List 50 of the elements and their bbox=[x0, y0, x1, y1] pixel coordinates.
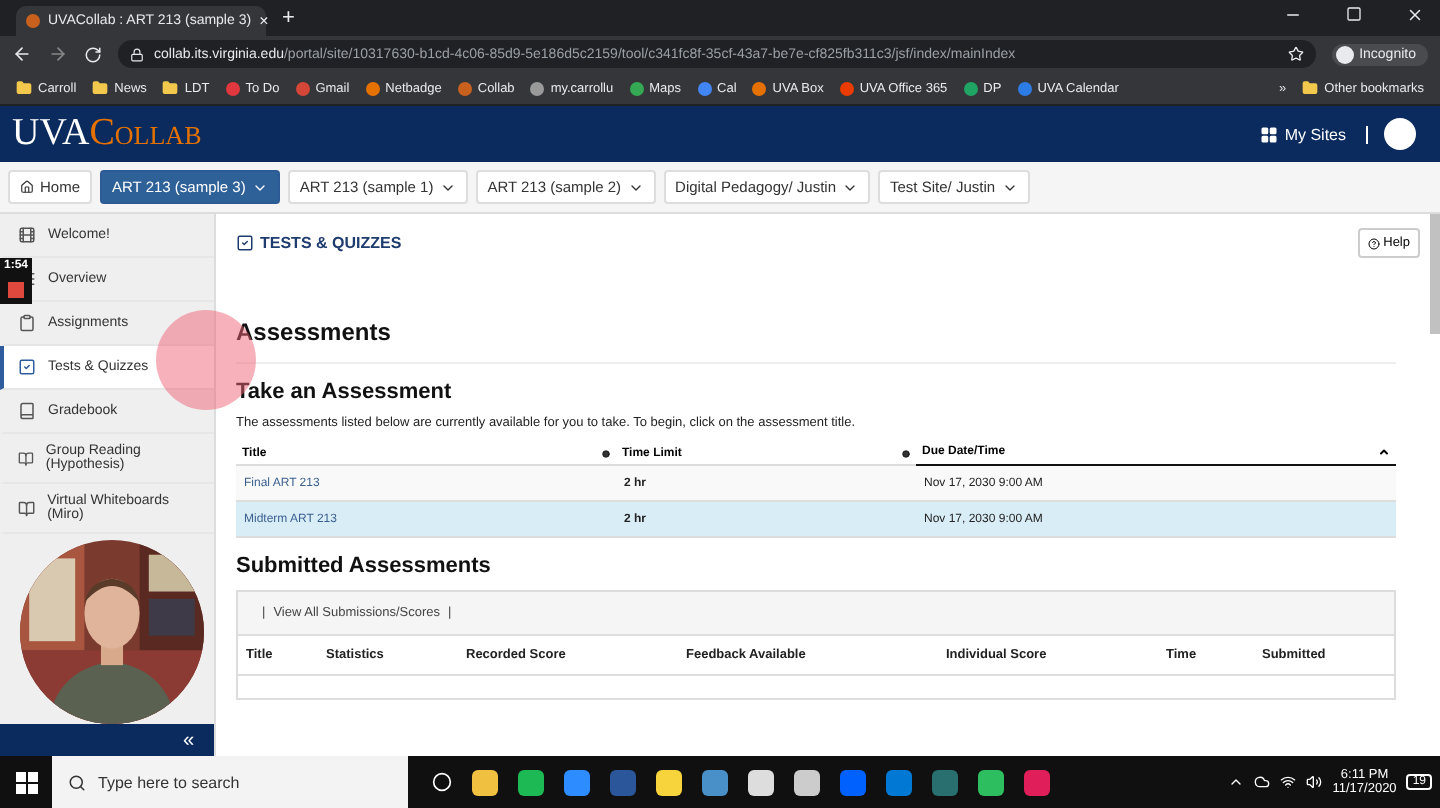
collapse-button[interactable]: « bbox=[0, 724, 214, 756]
cloud-icon[interactable] bbox=[1254, 774, 1271, 790]
home-icon bbox=[20, 180, 34, 194]
section-heading: Take an Assessment bbox=[236, 380, 454, 404]
folder-icon bbox=[92, 80, 109, 96]
tool-title: TESTS & QUIZZES bbox=[260, 234, 402, 252]
help-icon bbox=[1367, 237, 1380, 249]
page-heading: Assessments bbox=[236, 318, 1396, 364]
open-book-icon bbox=[18, 449, 34, 467]
maximize-icon[interactable] bbox=[1346, 5, 1362, 21]
film-icon bbox=[18, 226, 36, 244]
cortana-icon[interactable] bbox=[432, 772, 452, 792]
sort-icon bbox=[602, 449, 610, 457]
stop-icon bbox=[8, 282, 24, 298]
new-tab-button[interactable]: + bbox=[282, 6, 295, 30]
checkbox-icon bbox=[18, 358, 36, 376]
windows-icon bbox=[15, 771, 37, 793]
grid-icon bbox=[1260, 125, 1279, 143]
taskbar-search-field[interactable]: Type here to search bbox=[52, 756, 408, 808]
lock-icon bbox=[130, 47, 144, 61]
search-icon bbox=[68, 773, 86, 791]
folder-icon bbox=[162, 80, 179, 96]
sort-icon bbox=[902, 449, 910, 457]
sort-up-icon bbox=[1378, 446, 1390, 458]
forward-icon[interactable] bbox=[48, 44, 68, 64]
clipboard-icon bbox=[18, 314, 36, 332]
checkbox-icon bbox=[236, 234, 254, 252]
app-icon[interactable] bbox=[564, 769, 590, 795]
app-icon[interactable] bbox=[978, 769, 1004, 795]
logo: UVACOLLAB bbox=[12, 112, 202, 156]
star-icon[interactable] bbox=[1287, 46, 1304, 62]
app-icon[interactable] bbox=[656, 769, 682, 795]
back-icon[interactable] bbox=[12, 44, 32, 64]
favicon-icon bbox=[26, 14, 40, 28]
user-avatar[interactable] bbox=[1384, 118, 1416, 150]
app-icon[interactable] bbox=[518, 769, 544, 795]
volume-icon[interactable] bbox=[1306, 774, 1323, 790]
reload-icon[interactable] bbox=[84, 45, 102, 63]
book-icon bbox=[18, 402, 36, 420]
my-sites-button[interactable]: My Sites bbox=[1260, 125, 1368, 143]
close-icon[interactable] bbox=[1406, 5, 1424, 23]
network-icon[interactable] bbox=[1280, 774, 1297, 790]
section-heading: Submitted Assessments bbox=[236, 554, 493, 578]
folder-icon bbox=[16, 80, 32, 96]
app-icon[interactable] bbox=[472, 769, 498, 795]
tab-close-button[interactable]: × bbox=[259, 12, 269, 30]
app-icon[interactable] bbox=[794, 769, 820, 795]
app-icon[interactable] bbox=[748, 769, 774, 795]
open-book-icon bbox=[18, 499, 36, 517]
folder-icon bbox=[1302, 80, 1319, 96]
